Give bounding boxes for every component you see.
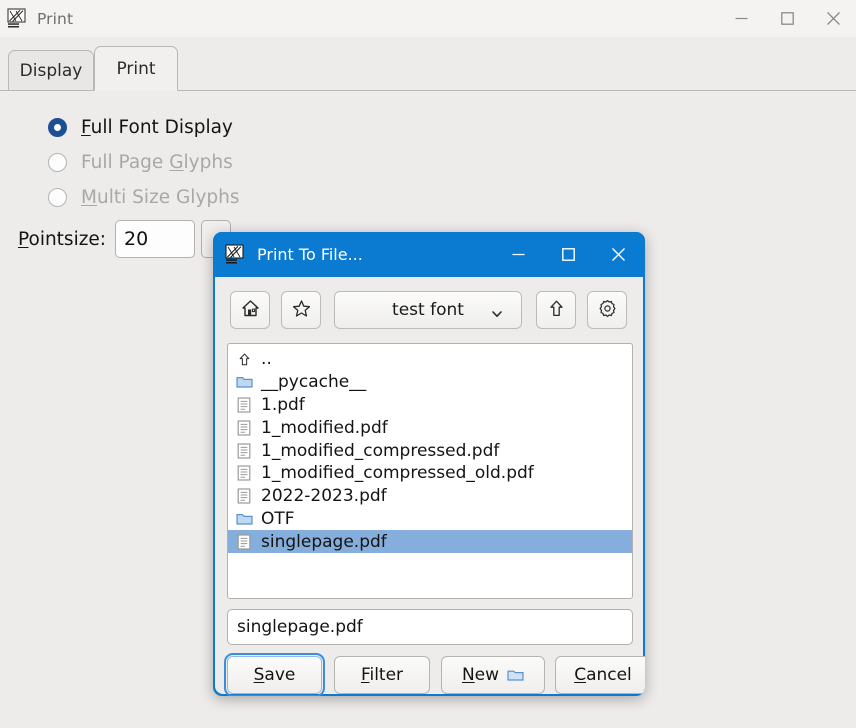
save-button[interactable]: Save [224,653,325,696]
print-to-file-dialog: Print To File... test font .. __pycache_… [213,232,645,696]
document-icon [233,534,255,550]
radio-label-full-page-glyphs: Full Page Glyphs [81,151,233,173]
file-list-item[interactable]: singlepage.pdf [228,530,632,554]
parent-directory-button[interactable] [536,291,576,329]
pointsize-label: Pointsize: [18,228,107,250]
up-arrow-icon [233,352,255,367]
bookmark-button[interactable] [281,291,321,329]
minimize-button[interactable] [718,0,764,37]
document-icon [233,465,255,481]
file-list-item-label: __pycache__ [261,372,367,393]
save-button-label: Save [253,665,296,685]
up-arrow-icon [547,299,566,322]
file-list-item[interactable]: 1_modified_compressed.pdf [228,439,632,462]
radio-indicator-selected[interactable] [48,117,67,137]
folder-icon [507,668,524,682]
filename-input[interactable]: singlepage.pdf [227,609,633,645]
cancel-button-label: Cancel [574,665,632,685]
radio-label-full-font-display: Full Font Display [81,116,233,138]
dialog-body: test font .. __pycache__ 1.pdf 1_modifie… [215,277,645,696]
file-list-item-label: 2022-2023.pdf [261,486,387,507]
settings-button[interactable] [587,291,627,329]
tab-bar: Display Print [0,46,856,91]
tab-display-label: Display [19,60,83,81]
tab-print-label: Print [116,58,156,79]
star-icon [292,299,311,322]
path-combo-value: test font [392,300,464,320]
window-title: Print [37,9,74,28]
path-combo[interactable]: test font [334,291,522,329]
file-list-item-label: .. [261,349,272,370]
print-main-window: Print Display Print Full Font Display Fu… [0,0,856,728]
file-list-item[interactable]: 1_modified.pdf [228,416,632,439]
filter-button-label: Filter [360,665,404,685]
file-list[interactable]: .. __pycache__ 1.pdf 1_modified.pdf 1_modifi… [227,343,633,599]
maximize-button[interactable] [764,0,810,37]
document-icon [233,442,255,459]
main-titlebar: Print [0,0,856,37]
filename-value: singlepage.pdf [237,617,363,637]
window-controls [718,0,856,37]
chevron-down-icon [491,305,503,324]
file-list-item-label: 1_modified_compressed.pdf [261,440,500,461]
file-list-item-label: 1_modified_compressed_old.pdf [261,463,534,484]
file-list-item[interactable]: 2022-2023.pdf [228,485,632,508]
dialog-minimize-button[interactable] [493,232,543,277]
home-icon [241,299,260,322]
close-button[interactable] [810,0,856,37]
filter-button[interactable]: Filter [334,656,430,694]
dialog-titlebar: Print To File... [213,232,645,277]
file-list-item[interactable]: .. [228,348,632,371]
dialog-title: Print To File... [257,245,363,264]
fontforge-icon [224,244,246,266]
folder-icon [233,512,255,526]
pointsize-value: 20 [124,228,149,250]
radio-multi-size-glyphs[interactable]: Multi Size Glyphs [48,184,240,210]
dialog-maximize-button[interactable] [543,232,593,277]
fontforge-icon [6,8,28,30]
file-list-item-label: singlepage.pdf [261,531,387,552]
dialog-window-controls [493,232,643,277]
tab-display[interactable]: Display [8,50,94,91]
file-list-item[interactable]: OTF [228,508,632,531]
file-list-item[interactable]: 1.pdf [228,394,632,417]
radio-label-multi-size-glyphs: Multi Size Glyphs [81,186,240,208]
tab-print[interactable]: Print [94,46,178,91]
home-button[interactable] [230,291,270,329]
radio-indicator-unselected[interactable] [48,187,67,207]
file-list-item[interactable]: __pycache__ [228,371,632,394]
dialog-action-bar: Save Filter New Cancel [224,653,645,696]
pointsize-row: Pointsize: 20 [18,220,232,258]
gear-icon [598,299,617,322]
file-list-item-label: OTF [261,508,295,529]
folder-icon [233,375,255,389]
pointsize-input[interactable]: 20 [115,220,196,258]
new-folder-button[interactable]: New [441,656,545,694]
document-icon [233,397,255,413]
radio-full-page-glyphs[interactable]: Full Page Glyphs [48,149,233,175]
dialog-close-button[interactable] [593,232,643,277]
radio-full-font-display[interactable]: Full Font Display [48,114,233,140]
document-icon [233,488,255,504]
dialog-toolbar: test font [215,287,643,333]
file-list-item-label: 1.pdf [261,394,305,415]
file-list-item[interactable]: 1_modified_compressed_old.pdf [228,462,632,485]
new-folder-button-label: New [461,665,500,685]
document-icon [233,420,255,436]
radio-indicator-unselected[interactable] [48,152,67,172]
file-list-item-label: 1_modified.pdf [261,417,388,438]
cancel-button[interactable]: Cancel [555,656,645,694]
